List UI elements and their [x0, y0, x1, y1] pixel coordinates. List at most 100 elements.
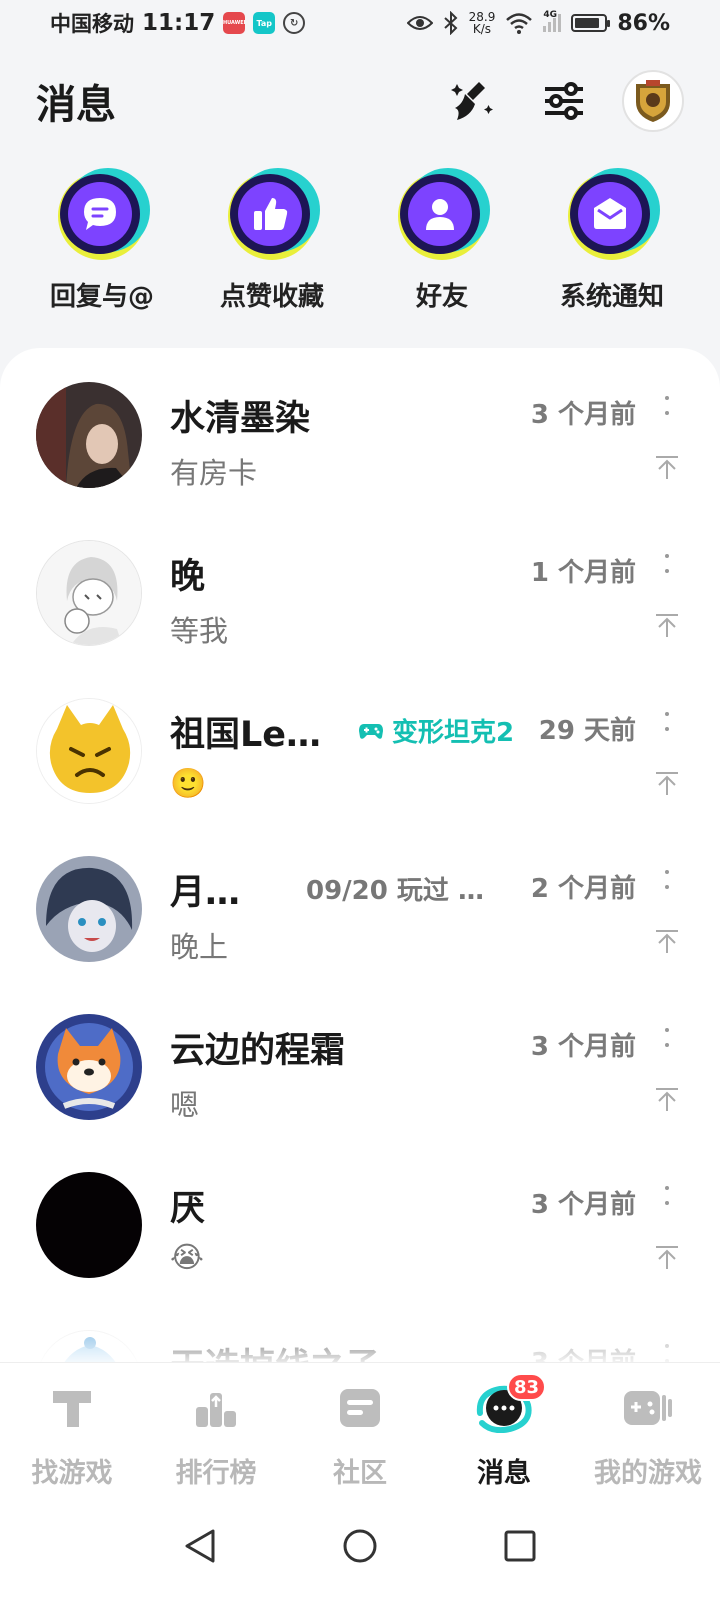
contact-avatar	[36, 1014, 142, 1120]
person-icon	[426, 199, 454, 230]
more-options-icon[interactable]	[662, 864, 672, 894]
community-icon	[340, 1389, 380, 1427]
quick-label: 回复与@	[49, 282, 154, 312]
quick-label: 好友	[415, 282, 468, 312]
contact-name: 水清墨染	[170, 399, 311, 439]
user-avatar-button[interactable]	[622, 70, 684, 132]
back-button[interactable]	[175, 1521, 225, 1571]
message-time: 3 个月前	[530, 1190, 636, 1220]
message-time: 3 个月前	[530, 1032, 636, 1062]
tab-ranking[interactable]: 排行榜	[144, 1363, 288, 1492]
ranking-icon	[196, 1393, 236, 1427]
conversation-row[interactable]: 晚 1 个月前 等我	[0, 506, 720, 664]
clear-unread-button[interactable]	[448, 77, 496, 125]
conversation-row[interactable]: 厌 3 个月前 😭	[0, 1138, 720, 1296]
contact-avatar	[36, 382, 142, 488]
wifi-icon	[506, 13, 533, 34]
message-preview: 🙂	[170, 766, 207, 800]
tab-label: 消息	[477, 1458, 531, 1489]
tab-community[interactable]: 社区	[288, 1363, 432, 1492]
find-game-icon	[53, 1391, 91, 1427]
huawei-app-icon: HUAWEI	[223, 12, 245, 34]
tab-my-games[interactable]: 我的游戏	[576, 1363, 720, 1492]
sliders-icon	[545, 82, 583, 120]
game-tag[interactable]: 变形坦克2	[358, 712, 514, 749]
quick-friends[interactable]: 好友	[357, 168, 527, 313]
message-time: 3 个月前	[530, 400, 636, 430]
home-button[interactable]	[335, 1521, 385, 1571]
played-status: 09/20 玩过 …	[306, 876, 484, 906]
envelope-icon	[594, 198, 626, 229]
contact-avatar	[36, 698, 142, 804]
tab-find-games[interactable]: 找游戏	[0, 1363, 144, 1492]
status-bar: 中国移动 11:17 HUAWEI Tap ↻ 28.9 K/s 4G 86%	[0, 0, 720, 46]
crest-avatar-icon	[636, 80, 670, 122]
conversation-row[interactable]: 水清墨染 3 个月前 有房卡	[0, 348, 720, 506]
conversation-row[interactable]: 天选掉线之子 3 个月前	[0, 1296, 720, 1368]
pin-to-top-icon[interactable]	[654, 770, 680, 796]
carrier-label: 中国移动	[50, 12, 134, 36]
cellular-signal: 4G	[543, 10, 562, 32]
gamepad-icon	[359, 723, 383, 739]
pin-to-top-icon[interactable]	[654, 1086, 680, 1112]
network-speed: 28.9 K/s	[468, 10, 496, 36]
contact-avatar	[36, 856, 142, 962]
message-time: 29 天前	[538, 716, 636, 746]
contact-name: 云边的程霜	[170, 1031, 346, 1071]
quick-label: 点赞收藏	[219, 282, 324, 312]
bluetooth-icon	[443, 11, 458, 35]
page-title: 消息	[36, 82, 116, 128]
tab-messages[interactable]: 83 消息	[432, 1363, 576, 1492]
message-preview: 晚上	[170, 930, 229, 964]
quick-actions: 回复与@ 点赞收藏 好友 系统通知	[0, 168, 720, 313]
broom-sparkle-icon	[451, 82, 493, 120]
quick-replies-mentions[interactable]: 回复与@	[17, 168, 187, 313]
contact-name: 晚	[170, 557, 206, 597]
more-options-icon[interactable]	[662, 548, 672, 578]
conversation-row[interactable]: 月… 09/20 玩过 … 2 个月前 晚上	[0, 822, 720, 980]
conversation-row[interactable]: 云边的程霜 3 个月前 嗯	[0, 980, 720, 1138]
pin-to-top-icon[interactable]	[654, 1244, 680, 1270]
message-preview: 😭	[170, 1240, 204, 1274]
bottom-tab-bar: 找游戏 排行榜 社区 83 消息 我的游戏	[0, 1362, 720, 1492]
page-header: 消息	[0, 62, 720, 140]
chat-bubble-icon	[84, 198, 116, 230]
filter-settings-button[interactable]	[540, 77, 588, 125]
conversation-row[interactable]: 祖国Le… 变形坦克2 29 天前 🙂	[0, 664, 720, 822]
more-options-icon[interactable]	[662, 1180, 672, 1210]
message-time: 2 个月前	[530, 874, 636, 904]
quick-likes-favorites[interactable]: 点赞收藏	[187, 168, 357, 313]
recents-square-icon	[504, 1530, 536, 1562]
eye-icon	[406, 16, 433, 30]
taptap-app-icon: Tap	[253, 12, 276, 34]
message-preview: 有房卡	[170, 456, 258, 490]
thumbs-up-icon	[254, 198, 288, 230]
recents-button[interactable]	[495, 1521, 545, 1571]
messages-screen: 中国移动 11:17 HUAWEI Tap ↻ 28.9 K/s 4G 86%	[0, 0, 720, 1600]
message-preview: 等我	[170, 614, 229, 648]
more-options-icon[interactable]	[662, 1022, 672, 1052]
system-navigation-bar	[0, 1492, 720, 1600]
message-preview: 嗯	[170, 1088, 200, 1122]
tab-label: 排行榜	[175, 1458, 257, 1489]
pin-to-top-icon[interactable]	[654, 454, 680, 480]
pin-to-top-icon[interactable]	[654, 612, 680, 638]
contact-name: 月…	[170, 873, 241, 913]
contact-name: 厌	[170, 1189, 206, 1229]
pin-to-top-icon[interactable]	[654, 928, 680, 954]
back-triangle-icon	[185, 1529, 215, 1563]
tab-label: 找游戏	[31, 1458, 113, 1489]
battery-percent: 86%	[617, 10, 670, 36]
sync-icon: ↻	[283, 12, 306, 34]
clock: 11:17	[142, 10, 216, 36]
battery-icon	[571, 14, 611, 32]
quick-system-notices[interactable]: 系统通知	[527, 168, 697, 313]
more-options-icon[interactable]	[662, 390, 672, 420]
tab-label: 社区	[333, 1458, 387, 1489]
quick-label: 系统通知	[559, 282, 664, 312]
contact-name: 祖国Le…	[170, 715, 322, 755]
home-circle-icon	[343, 1529, 377, 1563]
more-options-icon[interactable]	[662, 706, 672, 736]
unread-count-badge: 83	[506, 1373, 546, 1401]
message-list: 水清墨染 3 个月前 有房卡 晚 1 个月前 等我 祖国Le… 变形坦克2 29…	[0, 348, 720, 1368]
